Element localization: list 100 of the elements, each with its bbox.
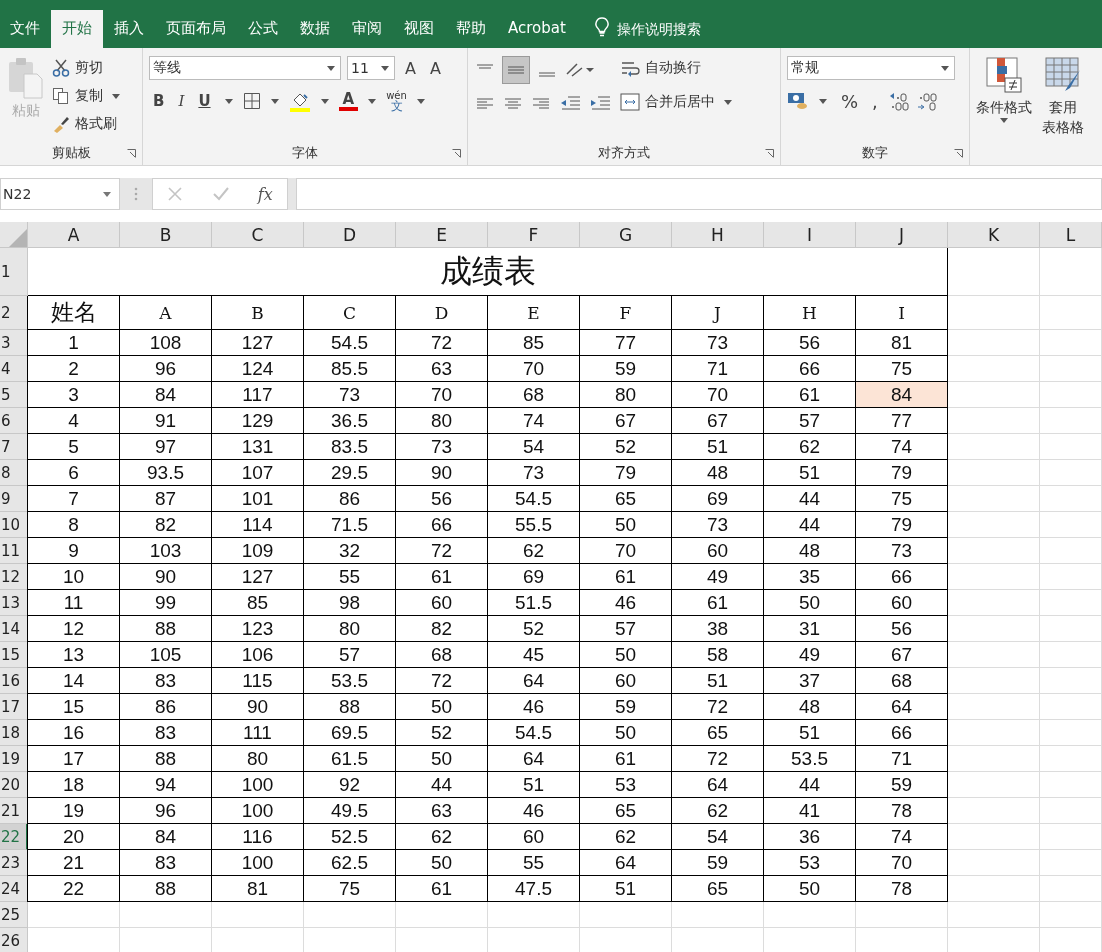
caret-icon[interactable] <box>368 98 377 104</box>
caret-icon[interactable] <box>416 98 425 104</box>
column-header[interactable]: G <box>580 222 672 248</box>
table-cell: 66 <box>855 564 948 590</box>
dialog-launcher-icon[interactable] <box>127 149 136 158</box>
borders-icon[interactable] <box>242 92 261 110</box>
column-header[interactable]: J <box>856 222 948 248</box>
empty-cell <box>1040 356 1102 382</box>
caret-icon[interactable] <box>320 98 329 104</box>
decrease-font-button[interactable]: A <box>425 58 445 78</box>
row-header[interactable]: 8 <box>0 460 28 486</box>
row-header[interactable]: 2 <box>0 296 28 330</box>
formula-input[interactable] <box>296 178 1102 210</box>
grip-icon[interactable] <box>134 187 138 201</box>
row-header[interactable]: 25 <box>0 902 28 928</box>
decrease-decimal-icon[interactable] <box>915 90 938 112</box>
format-painter-button[interactable]: 格式刷 <box>52 112 124 136</box>
comma-style-button[interactable]: , <box>868 90 882 112</box>
caret-icon[interactable] <box>224 98 233 104</box>
ribbon-tab[interactable]: 插入 <box>103 10 155 48</box>
column-title-cell: 姓名 <box>27 296 120 330</box>
row-header[interactable]: 20 <box>0 772 28 798</box>
column-header[interactable]: E <box>396 222 488 248</box>
column-header[interactable]: C <box>212 222 304 248</box>
empty-cell <box>1040 486 1102 512</box>
increase-font-button[interactable]: A <box>401 58 420 78</box>
name-box[interactable]: N22 <box>0 178 120 210</box>
row-header[interactable]: 18 <box>0 720 28 746</box>
row-header[interactable]: 1 <box>0 248 28 296</box>
caret-icon <box>381 65 389 71</box>
caret-icon <box>1000 118 1008 123</box>
table-cell: 12 <box>27 616 120 642</box>
cut-button[interactable]: 剪切 <box>52 56 124 80</box>
ribbon-tab[interactable]: 审阅 <box>341 10 393 48</box>
row-header[interactable]: 3 <box>0 330 28 356</box>
ribbon-tab[interactable]: 文件 <box>0 10 51 48</box>
row-header[interactable]: 22 <box>0 824 28 850</box>
caret-icon[interactable] <box>819 98 827 104</box>
column-header[interactable]: H <box>672 222 764 248</box>
caret-icon[interactable] <box>270 98 279 104</box>
column-header[interactable]: B <box>120 222 212 248</box>
column-header[interactable]: I <box>764 222 856 248</box>
column-header[interactable]: D <box>304 222 396 248</box>
row-header[interactable]: 26 <box>0 928 28 952</box>
row-header[interactable]: 12 <box>0 564 28 590</box>
number-format-dropdown[interactable]: 常规 <box>787 56 955 80</box>
percent-button[interactable]: % <box>837 90 863 112</box>
table-cell: 1 <box>27 330 120 356</box>
row-header[interactable]: 11 <box>0 538 28 564</box>
row-header[interactable]: 6 <box>0 408 28 434</box>
ribbon-tab[interactable]: 数据 <box>289 10 341 48</box>
font-name-dropdown[interactable]: 等线 <box>149 56 341 80</box>
dialog-launcher-icon[interactable] <box>765 149 774 158</box>
font-size-dropdown[interactable]: 11 <box>347 56 395 80</box>
currency-icon[interactable] <box>787 91 809 111</box>
dialog-launcher-icon[interactable] <box>954 149 963 158</box>
format-as-table-button[interactable]: 套用 表格格 <box>1042 56 1084 165</box>
row-header[interactable]: 17 <box>0 694 28 720</box>
dialog-launcher-icon[interactable] <box>452 149 461 158</box>
row-header[interactable]: 21 <box>0 798 28 824</box>
table-cell: 64 <box>855 694 948 720</box>
column-header[interactable]: L <box>1040 222 1102 248</box>
row-header[interactable]: 7 <box>0 434 28 460</box>
group-label: 数字 <box>862 144 888 162</box>
row-header[interactable]: 13 <box>0 590 28 616</box>
ribbon-tab[interactable]: 公式 <box>237 10 289 48</box>
row-header[interactable]: 16 <box>0 668 28 694</box>
row-header[interactable]: 9 <box>0 486 28 512</box>
check-icon[interactable] <box>211 186 230 202</box>
merge-center-button[interactable]: 合并后居中 <box>620 90 736 114</box>
table-cell: 8 <box>27 512 120 538</box>
column-header[interactable]: K <box>948 222 1040 248</box>
ribbon-tab[interactable]: Acrobat <box>497 10 577 48</box>
row-header[interactable]: 14 <box>0 616 28 642</box>
wrap-text-button[interactable]: 自动换行 <box>620 56 736 80</box>
conditional-formatting-button[interactable]: 条件格式 <box>976 56 1032 165</box>
font-color-button[interactable]: A <box>338 91 359 111</box>
orientation-icon[interactable] <box>564 60 594 80</box>
align-middle-icon[interactable] <box>502 56 530 84</box>
table-cell: 22 <box>27 876 120 902</box>
row-header[interactable]: 10 <box>0 512 28 538</box>
ribbon-tab[interactable]: 开始 <box>51 10 103 48</box>
bold-button[interactable]: B <box>149 92 169 110</box>
italic-button[interactable]: I <box>174 92 189 110</box>
ribbon-tab[interactable]: 页面布局 <box>155 10 237 48</box>
phonetic-button[interactable]: wén 文 <box>386 91 407 111</box>
tell-me-search[interactable]: 操作说明搜索 <box>616 10 701 48</box>
column-header[interactable]: A <box>28 222 120 248</box>
copy-button[interactable]: 复制 <box>52 84 124 108</box>
ribbon-tab[interactable]: 帮助 <box>445 10 497 48</box>
row-header[interactable]: 15 <box>0 642 28 668</box>
row-header[interactable]: 23 <box>0 850 28 876</box>
underline-button[interactable]: U <box>194 92 215 110</box>
insert-function-button[interactable]: fx <box>257 184 273 204</box>
row-header[interactable]: 5 <box>0 382 28 408</box>
column-header[interactable]: F <box>488 222 580 248</box>
row-header[interactable]: 4 <box>0 356 28 382</box>
ribbon-tab[interactable]: 视图 <box>393 10 445 48</box>
row-header[interactable]: 19 <box>0 746 28 772</box>
row-header[interactable]: 24 <box>0 876 28 902</box>
